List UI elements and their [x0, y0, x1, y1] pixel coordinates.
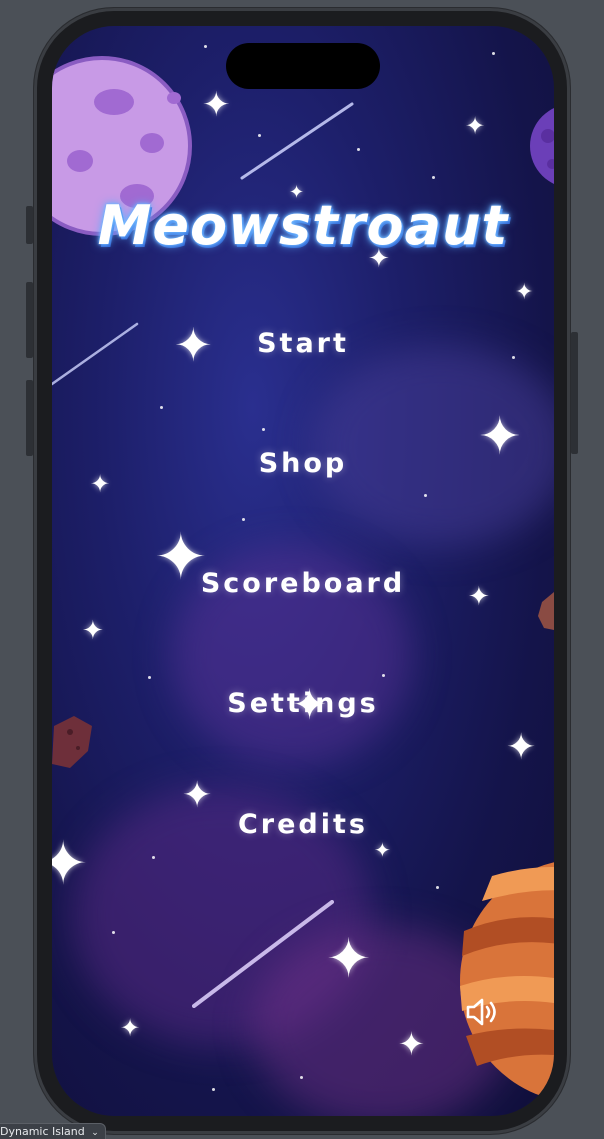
credits-button[interactable]: Credits: [52, 809, 554, 840]
volume-down-button: [26, 380, 33, 456]
device-label-text: Dynamic Island: [0, 1125, 85, 1138]
sparkle-star-icon: ✦: [374, 838, 391, 862]
sound-toggle-button[interactable]: [465, 996, 501, 1028]
scoreboard-button[interactable]: Scoreboard: [52, 568, 554, 599]
shop-button[interactable]: Shop: [52, 448, 554, 479]
game-title: Meowstroaut: [97, 194, 509, 257]
asteroid-icon: [52, 716, 92, 768]
shooting-star: [192, 900, 334, 1008]
purple-planet-icon: [530, 108, 554, 184]
chevron-down-icon: ⌄: [91, 1128, 99, 1138]
power-button: [571, 332, 578, 454]
sparkle-star-icon: ✦: [515, 280, 534, 305]
device-label[interactable]: Dynamic Island ⌄: [0, 1123, 106, 1139]
sparkle-star-icon: ✦: [326, 927, 372, 990]
action-button: [26, 206, 33, 244]
simulator-stage: ✦ ✦ ✦ ✦ ✦ ✦ ✦ ✦ ✦ ✦ ✦ ✦ ✦ ✦ ✦ ✦ ✦ ✦ ✦ Me…: [0, 0, 604, 1139]
game-screen: ✦ ✦ ✦ ✦ ✦ ✦ ✦ ✦ ✦ ✦ ✦ ✦ ✦ ✦ ✦ ✦ ✦ ✦ ✦ Me…: [52, 26, 554, 1116]
orange-planet-icon: [460, 862, 554, 1100]
speaker-volume-icon: [466, 998, 496, 1026]
sparkle-star-icon: ✦: [120, 1014, 141, 1042]
start-button[interactable]: Start: [52, 328, 554, 359]
sparkle-star-icon: ✦: [52, 829, 89, 899]
volume-up-button: [26, 282, 33, 358]
sparkle-star-icon: ✦: [465, 112, 486, 140]
shooting-star: [240, 102, 354, 180]
sparkle-star-icon: ✦: [398, 1025, 425, 1063]
settings-button[interactable]: Settings: [52, 688, 554, 719]
sparkle-star-icon: ✦: [82, 616, 104, 646]
sparkle-star-icon: ✦: [202, 85, 231, 125]
sparkle-star-icon: ✦: [506, 727, 537, 768]
dynamic-island: [226, 43, 380, 89]
